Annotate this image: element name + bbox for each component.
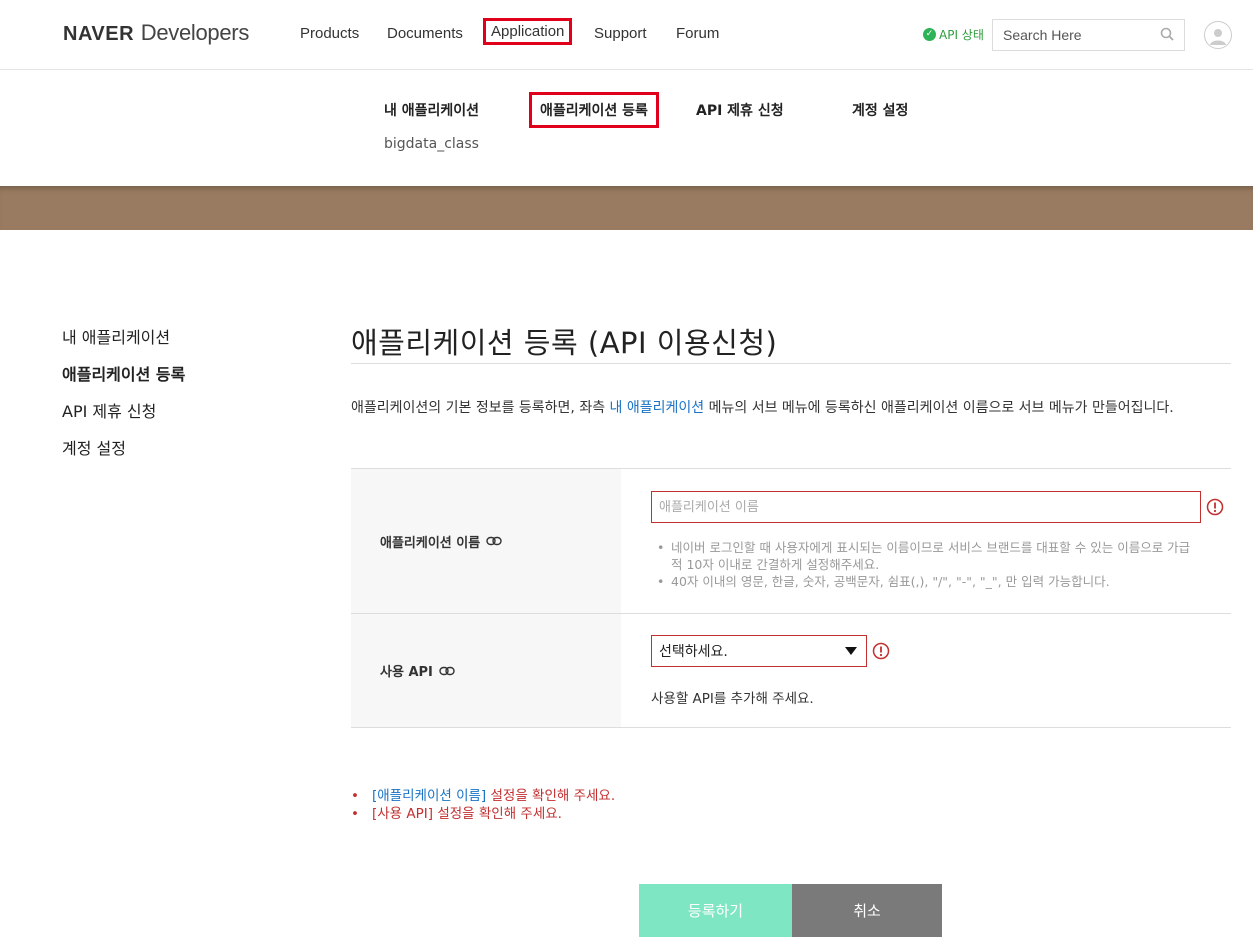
error-text: 설정을 확인해 주세요. <box>433 806 562 822</box>
sidebar-item-account-settings[interactable]: 계정 설정 <box>62 435 126 459</box>
registration-form: 애플리케이션 이름 네이버 로그인할 때 사용자에게 표시되는 이름이므로 서비… <box>351 468 1231 728</box>
intro-text: 애플리케이션의 기본 정보를 등록하면, 좌측 내 애플리케이션 메뉴의 서브 … <box>351 394 1231 422</box>
error-field-name: [사용 API] <box>372 806 434 822</box>
register-button[interactable]: 등록하기 <box>639 884 792 937</box>
sidebar-item-register-application[interactable]: 애플리케이션 등록 <box>62 361 185 385</box>
sub-navigation: 내 애플리케이션 애플리케이션 등록 API 제휴 신청 계정 설정 bigda… <box>0 70 1253 186</box>
error-message: [사용 API] 설정을 확인해 주세요. <box>351 805 615 823</box>
api-row: 사용 API 선택하세요. 사용할 API를 추가해 주세요. <box>351 614 1231 728</box>
search-icon[interactable] <box>1160 27 1174 41</box>
link-icon[interactable] <box>486 536 502 546</box>
subnav-my-applications[interactable]: 내 애플리케이션 <box>384 100 479 120</box>
app-name-label-text: 애플리케이션 이름 <box>380 535 481 551</box>
logo-light-text: Developers <box>140 20 250 45</box>
link-icon[interactable] <box>439 666 455 676</box>
naver-developers-logo[interactable]: NAVER Developers <box>63 20 249 46</box>
subnav-api-partnership[interactable]: API 제휴 신청 <box>696 100 784 120</box>
search-box <box>992 19 1185 51</box>
cancel-button[interactable]: 취소 <box>792 884 942 937</box>
nav-forum[interactable]: Forum <box>676 25 719 42</box>
sidebar-item-my-applications[interactable]: 내 애플리케이션 <box>62 324 170 348</box>
caret-down-icon <box>845 647 857 655</box>
subnav-register-application[interactable]: 애플리케이션 등록 <box>529 92 659 128</box>
api-select[interactable]: 선택하세요. <box>651 635 867 667</box>
logo-bold-text: NAVER <box>63 23 135 45</box>
api-label-text: 사용 API <box>380 665 433 680</box>
api-status-link[interactable]: ✓ API 상태 <box>923 26 984 43</box>
check-circle-icon: ✓ <box>923 28 936 41</box>
nav-support[interactable]: Support <box>594 25 647 42</box>
app-name-hint: 네이버 로그인할 때 사용자에게 표시되는 이름이므로 서비스 브랜드를 대표할… <box>655 539 1195 573</box>
app-name-hint: 40자 이내의 영문, 한글, 숫자, 공백문자, 쉼표(,), "/", "-… <box>655 573 1195 590</box>
api-label: 사용 API <box>351 614 621 727</box>
app-name-field: 네이버 로그인할 때 사용자에게 표시되는 이름이므로 서비스 브랜드를 대표할… <box>621 469 1231 613</box>
api-help-text: 사용할 API를 추가해 주세요. <box>651 691 814 707</box>
app-name-row: 애플리케이션 이름 네이버 로그인할 때 사용자에게 표시되는 이름이므로 서비… <box>351 469 1231 614</box>
sidebar-item-api-partnership[interactable]: API 제휴 신청 <box>62 398 156 422</box>
intro-text-start: 애플리케이션의 기본 정보를 등록하면, 좌측 <box>351 400 610 416</box>
error-icon <box>1206 498 1224 516</box>
validation-errors: [애플리케이션 이름] 설정을 확인해 주세요. [사용 API] 설정을 확인… <box>351 787 615 823</box>
nav-documents[interactable]: Documents <box>387 25 463 42</box>
nav-products[interactable]: Products <box>300 25 359 42</box>
user-avatar[interactable] <box>1204 21 1232 49</box>
subnav-app-bigdata-class[interactable]: bigdata_class <box>384 136 479 152</box>
error-field-name: [애플리케이션 이름] <box>372 788 487 804</box>
app-name-label: 애플리케이션 이름 <box>351 469 621 613</box>
subnav-account-settings[interactable]: 계정 설정 <box>852 100 908 120</box>
api-field: 선택하세요. 사용할 API를 추가해 주세요. <box>621 614 1231 727</box>
my-applications-link[interactable]: 내 애플리케이션 <box>610 400 705 416</box>
page-title: 애플리케이션 등록 (API 이용신청) <box>351 326 778 360</box>
error-message: [애플리케이션 이름] 설정을 확인해 주세요. <box>351 787 615 805</box>
app-name-input[interactable] <box>651 491 1201 523</box>
api-status-label: API 상태 <box>939 28 984 42</box>
nav-application[interactable]: Application <box>483 18 573 45</box>
banner-strip <box>0 186 1253 230</box>
user-icon <box>1210 29 1226 45</box>
title-divider <box>351 363 1231 364</box>
search-input[interactable] <box>993 20 1143 50</box>
error-text: 설정을 확인해 주세요. <box>486 788 616 804</box>
intro-text-end: 메뉴의 서브 메뉴에 등록하신 애플리케이션 이름으로 서브 메뉴가 만들어집니… <box>704 400 1174 416</box>
app-name-hints: 네이버 로그인할 때 사용자에게 표시되는 이름이므로 서비스 브랜드를 대표할… <box>655 539 1195 590</box>
top-navigation: NAVER Developers Products Documents Appl… <box>0 0 1253 70</box>
error-icon <box>872 642 890 660</box>
api-select-value: 선택하세요. <box>659 644 728 660</box>
